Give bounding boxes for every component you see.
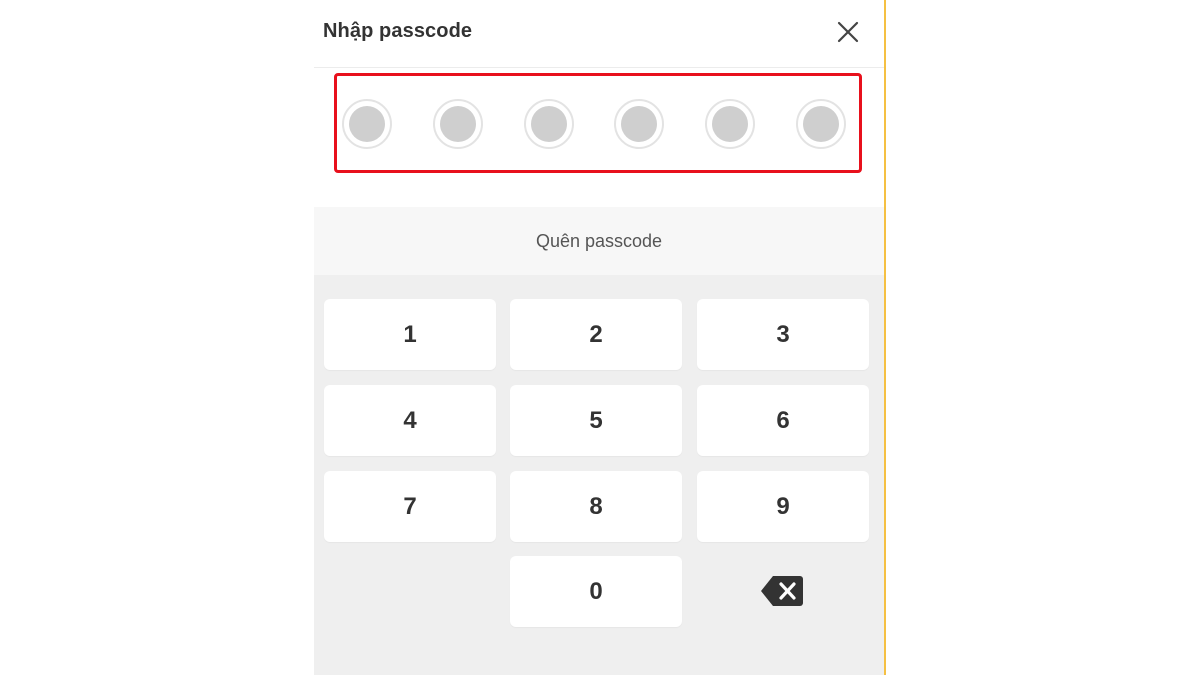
key-9[interactable]: 9 — [697, 471, 869, 542]
passcode-dot — [796, 99, 846, 149]
close-icon — [837, 21, 859, 43]
passcode-panel: Nhập passcode Quên passcode 1 2 3 4 5 6 … — [314, 0, 886, 675]
forgot-passcode-link[interactable]: Quên passcode — [314, 207, 884, 275]
key-4[interactable]: 4 — [324, 385, 496, 456]
key-7[interactable]: 7 — [324, 471, 496, 542]
backspace-icon — [761, 576, 803, 606]
numeric-keypad: 1 2 3 4 5 6 7 8 9 0 — [314, 275, 884, 675]
passcode-dot — [524, 99, 574, 149]
backspace-button[interactable] — [697, 556, 869, 627]
key-0[interactable]: 0 — [510, 556, 682, 627]
header: Nhập passcode — [314, 0, 884, 68]
forgot-bar: Quên passcode — [314, 207, 884, 275]
page-title: Nhập passcode — [323, 20, 473, 42]
close-button[interactable] — [832, 16, 864, 48]
key-8[interactable]: 8 — [510, 471, 682, 542]
key-1[interactable]: 1 — [324, 299, 496, 370]
key-2[interactable]: 2 — [510, 299, 682, 370]
passcode-dots — [334, 73, 862, 173]
passcode-dot — [705, 99, 755, 149]
passcode-dot — [614, 99, 664, 149]
key-3[interactable]: 3 — [697, 299, 869, 370]
passcode-dot — [342, 99, 392, 149]
key-6[interactable]: 6 — [697, 385, 869, 456]
key-5[interactable]: 5 — [510, 385, 682, 456]
passcode-dot — [433, 99, 483, 149]
